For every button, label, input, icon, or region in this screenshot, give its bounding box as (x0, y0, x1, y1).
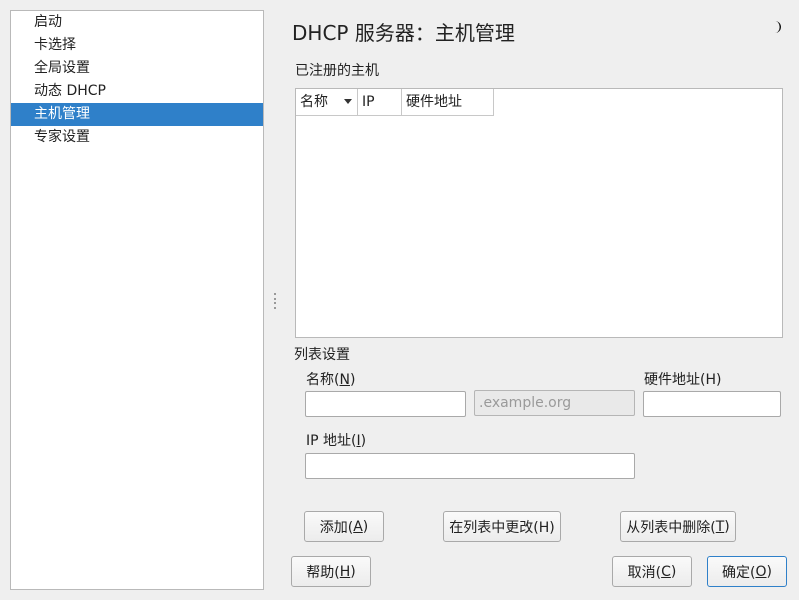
hardware-address-input[interactable] (643, 391, 781, 417)
sidebar-item-global-settings[interactable]: 全局设置 (11, 57, 263, 80)
hosts-table[interactable]: 名称 IP 硬件地址 (295, 88, 783, 338)
table-header: 名称 IP 硬件地址 (296, 89, 494, 116)
column-header-ip[interactable]: IP (358, 89, 402, 115)
sort-descending-icon (344, 99, 352, 104)
column-header-hardware-address[interactable]: 硬件地址 (402, 89, 494, 115)
change-in-list-button[interactable]: 在列表中更改(H) (443, 511, 561, 542)
moon-icon[interactable] (769, 19, 785, 35)
add-button[interactable]: 添加(A) (304, 511, 384, 542)
sidebar-item-expert-settings[interactable]: 专家设置 (11, 126, 263, 149)
registered-hosts-label: 已注册的主机 (295, 63, 379, 79)
ip-address-label: IP 地址(I) (306, 433, 367, 449)
sidebar-item-label: 卡选择 (34, 37, 76, 53)
sidebar-item-label: 专家设置 (34, 129, 90, 145)
sidebar-nav: 启动 卡选择 全局设置 动态 DHCP 主机管理 专家设置 (10, 10, 264, 590)
pane-splitter[interactable] (274, 293, 277, 309)
cancel-button[interactable]: 取消(C) (612, 556, 692, 587)
sidebar-item-label: 全局设置 (34, 60, 90, 76)
ip-address-input[interactable] (305, 453, 635, 479)
column-header-label: 名称 (300, 94, 328, 110)
sidebar-item-label: 主机管理 (34, 106, 90, 122)
sidebar-item-host-management[interactable]: 主机管理 (11, 103, 263, 126)
list-settings-label: 列表设置 (294, 347, 350, 363)
domain-suffix-field (474, 390, 635, 416)
column-header-label: IP (362, 94, 375, 110)
column-header-name[interactable]: 名称 (296, 89, 358, 115)
hardware-address-label: 硬件地址(H) (644, 372, 722, 388)
sidebar-item-dynamic-dhcp[interactable]: 动态 DHCP (11, 80, 263, 103)
sidebar-item-startup[interactable]: 启动 (11, 11, 263, 34)
ok-button[interactable]: 确定(O) (707, 556, 787, 587)
sidebar-item-card-selection[interactable]: 卡选择 (11, 34, 263, 57)
sidebar-item-label: 启动 (34, 14, 62, 30)
delete-from-list-button[interactable]: 从列表中删除(T) (620, 511, 736, 542)
page-title: DHCP 服务器：主机管理 (292, 21, 515, 45)
help-button[interactable]: 帮助(H) (291, 556, 371, 587)
host-name-input[interactable] (305, 391, 466, 417)
column-header-label: 硬件地址 (406, 94, 462, 110)
name-field-label: 名称(N) (306, 372, 356, 388)
sidebar-item-label: 动态 DHCP (34, 83, 106, 99)
